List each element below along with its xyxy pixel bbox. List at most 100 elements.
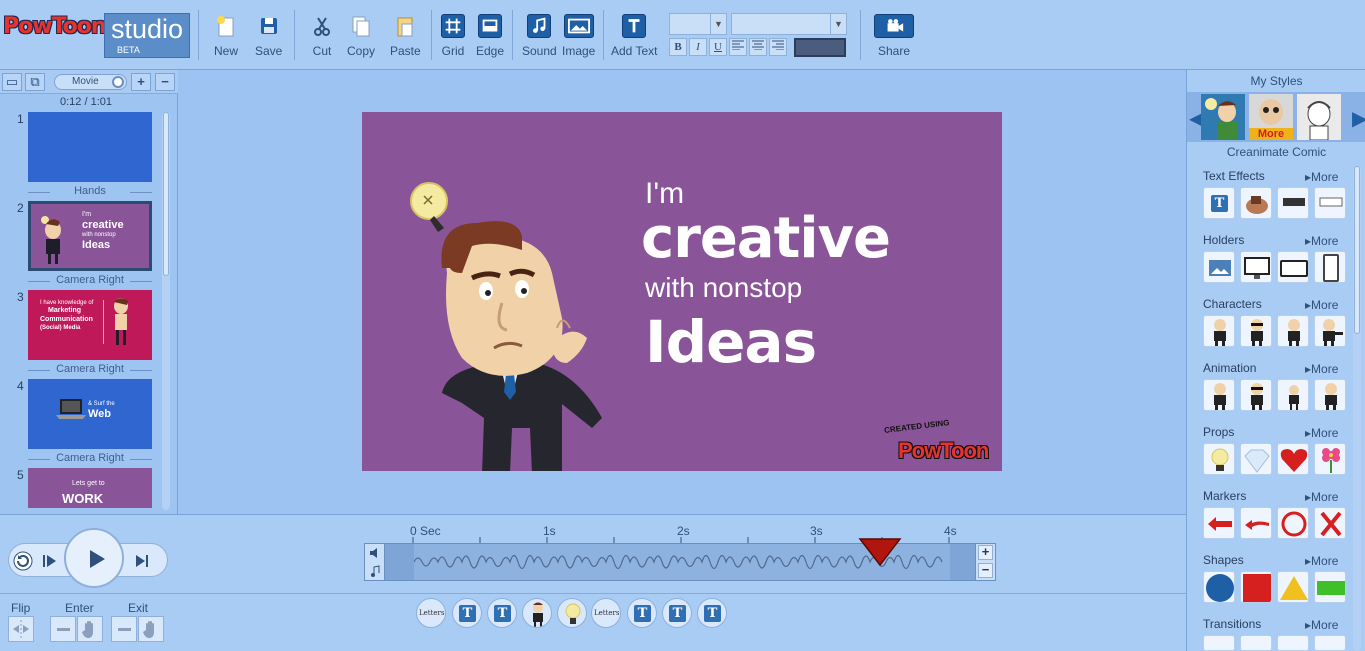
more-characters-button[interactable]: ▸More [1305, 298, 1338, 312]
library-item[interactable] [1203, 443, 1235, 475]
slide-thumbnail[interactable] [28, 112, 152, 182]
style-card-selected[interactable]: More [1249, 94, 1293, 140]
zoom-in-button[interactable]: + [978, 545, 993, 560]
grid-button[interactable]: Grid [441, 14, 465, 58]
slide-thumbnail[interactable]: I have knowledge of Marketing Communicat… [28, 290, 152, 360]
layer-item[interactable]: T [627, 598, 657, 628]
replay-icon[interactable] [12, 550, 34, 572]
library-item[interactable] [1314, 379, 1346, 411]
library-item[interactable] [1240, 251, 1272, 283]
library-item[interactable] [1277, 315, 1309, 347]
library-item[interactable] [1203, 251, 1235, 283]
font-size-select[interactable]: ▼ [669, 13, 727, 35]
speaker-icon[interactable] [368, 546, 382, 560]
align-left-button[interactable] [729, 38, 747, 56]
more-markers-button[interactable]: ▸More [1305, 490, 1338, 504]
stage-text-ideas[interactable]: Ideas [645, 308, 817, 376]
library-item[interactable] [1314, 443, 1346, 475]
more-shapes-button[interactable]: ▸More [1305, 554, 1338, 568]
slide-thumbnail-selected[interactable]: I'm creative with nonstop Ideas [28, 201, 152, 271]
paste-button[interactable]: Paste [390, 14, 421, 58]
more-text-effects-button[interactable]: ▸More [1305, 170, 1338, 184]
library-item[interactable] [1203, 315, 1235, 347]
library-item[interactable] [1277, 635, 1309, 651]
library-item[interactable] [1277, 379, 1309, 411]
library-item[interactable] [1314, 251, 1346, 283]
library-item[interactable] [1314, 507, 1346, 539]
flip-button[interactable] [8, 616, 34, 642]
more-animation-button[interactable]: ▸More [1305, 362, 1338, 376]
layer-item[interactable]: Letters [416, 598, 446, 628]
library-item[interactable] [1240, 571, 1272, 603]
library-item[interactable] [1203, 379, 1235, 411]
library-item[interactable] [1203, 571, 1235, 603]
library-item[interactable] [1314, 187, 1346, 219]
style-more-overlay[interactable]: More [1249, 128, 1293, 140]
new-button[interactable]: New [214, 14, 238, 58]
library-item[interactable] [1277, 443, 1309, 475]
align-right-button[interactable] [769, 38, 787, 56]
library-item[interactable] [1240, 507, 1272, 539]
enter-none-button[interactable] [50, 616, 76, 642]
stage-text-with-nonstop[interactable]: with nonstop [645, 272, 802, 304]
music-note-icon[interactable] [368, 564, 382, 578]
style-card[interactable] [1297, 94, 1341, 140]
library-item[interactable] [1240, 187, 1272, 219]
library-scrollbar[interactable] [1353, 166, 1361, 651]
movie-mode-toggle[interactable]: Movie [54, 74, 127, 90]
stage-canvas[interactable]: I'm creative with nonstop Ideas CREATED … [362, 112, 1002, 471]
library-item[interactable] [1314, 635, 1346, 651]
library-item[interactable]: T [1203, 187, 1235, 219]
playhead-marker[interactable] [858, 537, 902, 569]
single-view-icon[interactable]: ▭ [2, 73, 22, 91]
more-holders-button[interactable]: ▸More [1305, 234, 1338, 248]
edge-button[interactable]: Edge [476, 14, 504, 58]
chevron-right-icon[interactable]: ▶ [1352, 106, 1365, 131]
exit-hand-button[interactable] [138, 616, 164, 642]
zoom-out-button[interactable]: − [978, 563, 993, 578]
library-item[interactable] [1240, 635, 1272, 651]
step-forward-icon[interactable] [134, 553, 150, 569]
layer-item[interactable]: T [697, 598, 727, 628]
library-item[interactable] [1203, 507, 1235, 539]
more-transitions-button[interactable]: ▸More [1305, 618, 1338, 632]
dual-view-icon[interactable]: ⧉ [25, 73, 45, 91]
share-button[interactable]: Share [874, 14, 914, 58]
add-text-button[interactable]: Add Text [611, 14, 657, 58]
remove-slide-button[interactable]: − [155, 73, 175, 91]
library-item[interactable] [1277, 251, 1309, 283]
layer-item[interactable]: T [662, 598, 692, 628]
save-button[interactable]: Save [255, 14, 282, 58]
scrollbar-thumb[interactable] [1354, 166, 1360, 334]
italic-button[interactable]: I [689, 38, 707, 56]
bold-button[interactable]: B [669, 38, 687, 56]
slide-thumbnail[interactable]: Lets get to WORK [28, 468, 152, 508]
library-item[interactable] [1203, 635, 1235, 651]
add-slide-button[interactable]: + [131, 73, 151, 91]
font-family-select[interactable]: ▼ [731, 13, 847, 35]
cut-button[interactable]: Cut [310, 14, 334, 58]
copy-button[interactable]: Copy [347, 14, 375, 58]
layer-item[interactable]: Letters [591, 598, 621, 628]
slide-transition[interactable]: Hands [28, 185, 152, 197]
style-card[interactable] [1201, 94, 1245, 140]
library-item[interactable] [1240, 315, 1272, 347]
library-item[interactable] [1314, 571, 1346, 603]
thinking-businessman-character[interactable] [402, 178, 612, 471]
exit-none-button[interactable] [111, 616, 137, 642]
timeline-track[interactable]: + − [364, 538, 996, 581]
sound-button[interactable]: Sound [522, 14, 557, 58]
play-button[interactable] [64, 528, 124, 588]
library-item[interactable] [1277, 187, 1309, 219]
slides-scrollbar[interactable] [162, 112, 170, 510]
layer-item[interactable] [522, 598, 552, 628]
image-button[interactable]: Image [562, 14, 595, 58]
step-back-icon[interactable] [41, 553, 57, 569]
library-item[interactable] [1314, 315, 1346, 347]
library-item[interactable] [1240, 443, 1272, 475]
library-item[interactable] [1277, 507, 1309, 539]
text-color-picker[interactable] [794, 38, 846, 57]
layer-item[interactable] [557, 598, 587, 628]
scrollbar-thumb[interactable] [163, 112, 169, 276]
slide-thumbnail[interactable]: & Surf the Web [28, 379, 152, 449]
